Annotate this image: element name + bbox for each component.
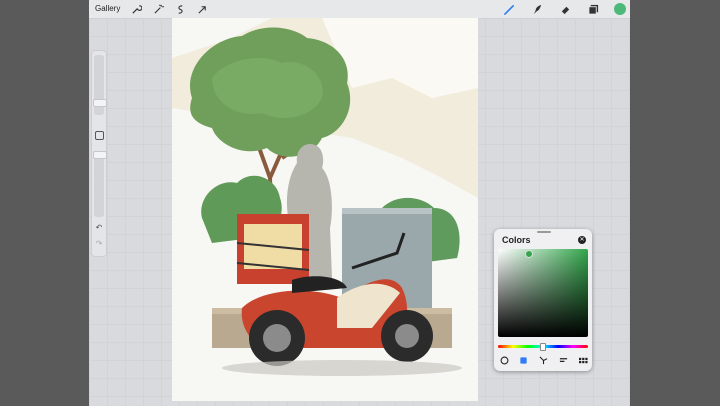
color-picker-knob[interactable]	[525, 250, 533, 258]
eraser-icon[interactable]	[558, 2, 572, 16]
disc-mode-icon[interactable]	[499, 355, 509, 365]
palettes-mode-icon[interactable]	[578, 355, 588, 365]
artwork-illustration	[172, 18, 478, 376]
colors-title: Colors	[502, 235, 531, 245]
gallery-button[interactable]: Gallery	[95, 2, 120, 16]
transform-arrow-icon[interactable]	[195, 2, 209, 16]
opacity-thumb[interactable]	[93, 151, 107, 159]
left-sidebar: ↶ ↷	[91, 50, 107, 257]
top-toolbar: Gallery	[89, 0, 630, 19]
value-mode-icon[interactable]	[558, 355, 568, 365]
selection-icon[interactable]	[173, 2, 187, 16]
panel-grab-handle[interactable]	[537, 231, 551, 233]
undo-icon[interactable]: ↶	[94, 223, 104, 233]
layers-icon[interactable]	[586, 2, 600, 16]
wrench-icon[interactable]	[129, 2, 143, 16]
modify-button[interactable]	[95, 131, 104, 140]
current-color-swatch[interactable]	[614, 3, 626, 15]
classic-mode-icon[interactable]	[518, 355, 528, 365]
harmony-mode-icon[interactable]	[538, 355, 548, 365]
smudge-icon[interactable]	[530, 2, 544, 16]
close-icon[interactable]: ✕	[578, 236, 586, 244]
brush-icon[interactable]	[502, 2, 516, 16]
opacity-slider[interactable]	[94, 155, 104, 217]
colors-panel: Colors ✕	[494, 229, 592, 371]
artwork-canvas[interactable]	[172, 18, 478, 401]
hue-slider-thumb[interactable]	[540, 343, 546, 351]
brush-size-thumb[interactable]	[93, 99, 107, 107]
redo-icon[interactable]: ↷	[94, 239, 104, 249]
color-picker-square[interactable]	[498, 249, 588, 337]
magic-wand-icon[interactable]	[151, 2, 165, 16]
